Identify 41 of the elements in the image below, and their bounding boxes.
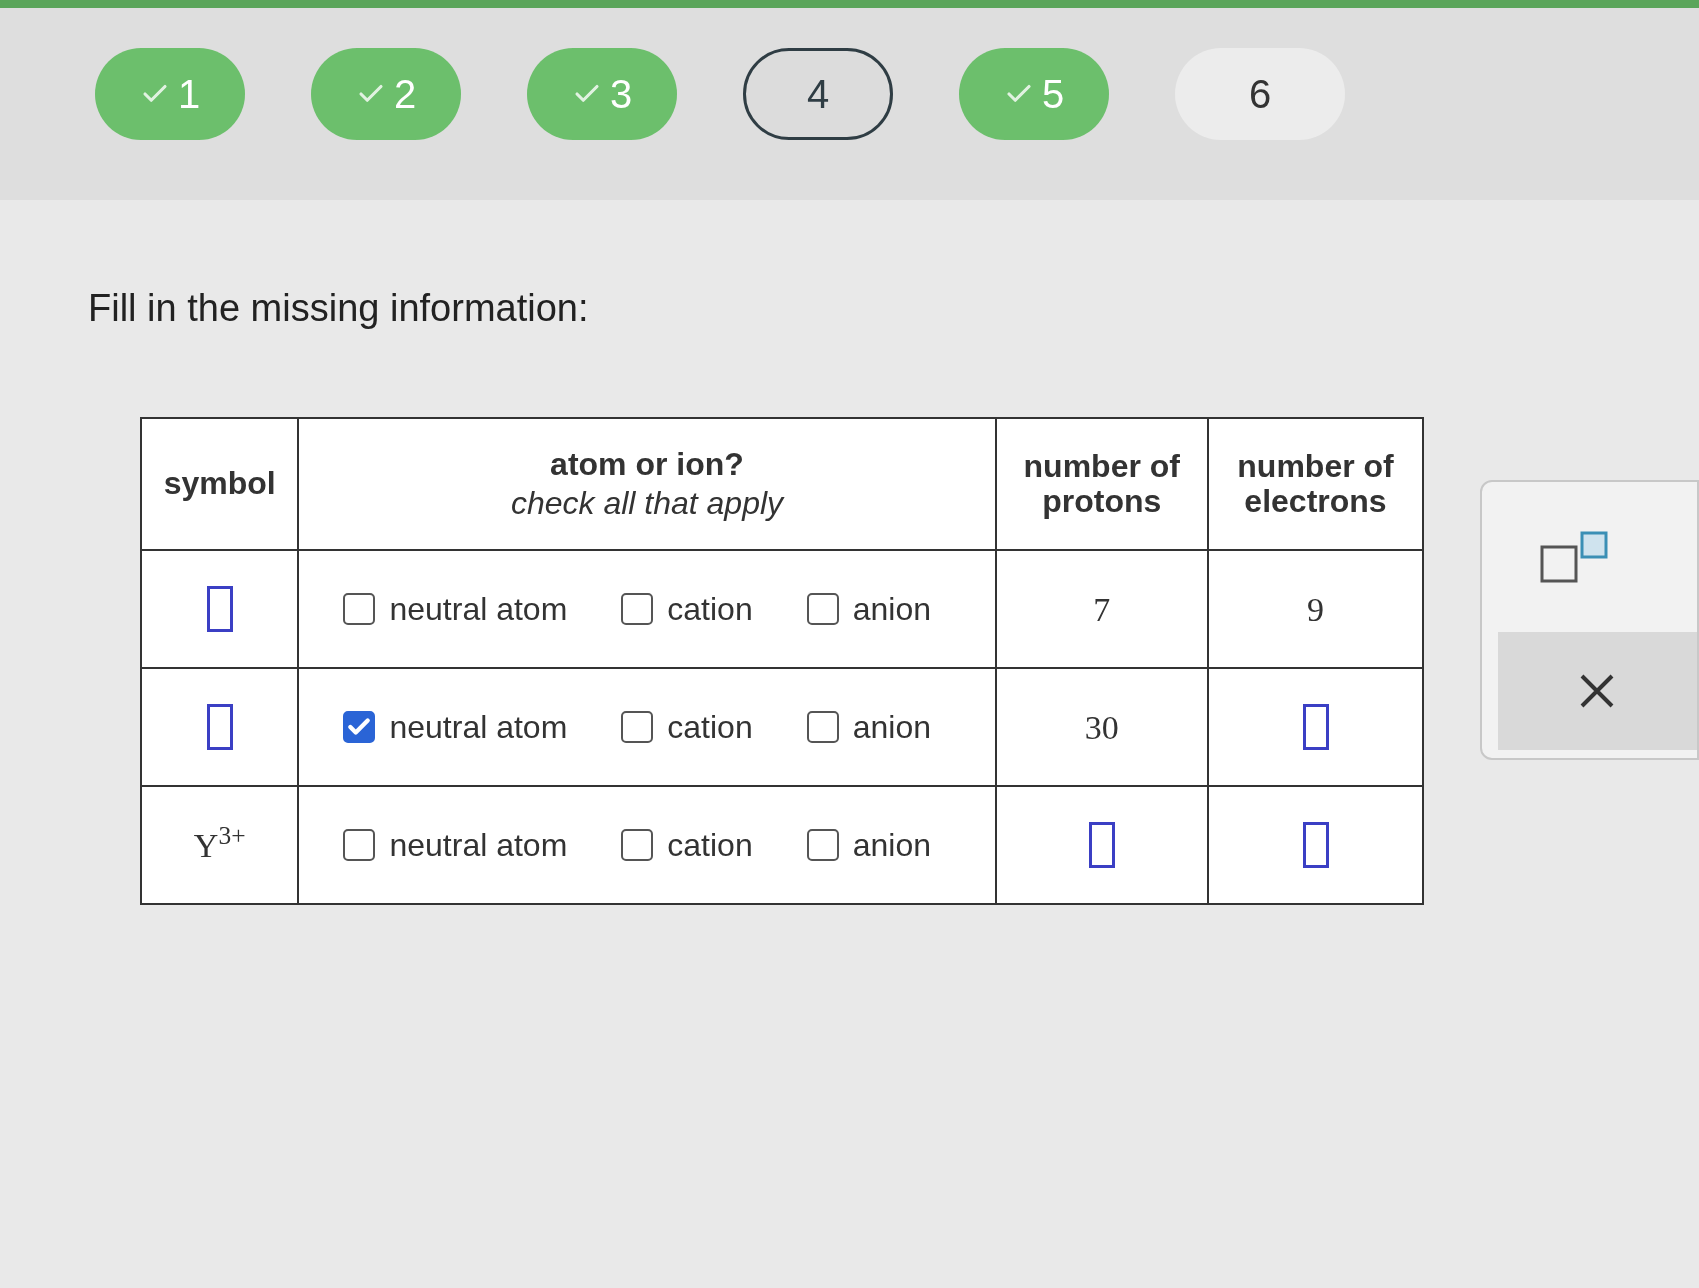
step-button[interactable]: 2 [311,48,461,140]
checkbox[interactable] [621,593,654,625]
checkbox[interactable] [621,829,654,861]
step-button[interactable]: 5 [959,48,1109,140]
option-label: anion [852,590,931,629]
column-subtitle: check all that apply [510,486,784,522]
answer-box[interactable] [1302,704,1329,750]
answer-box[interactable] [206,704,233,750]
step-button[interactable]: 3 [527,48,677,140]
option-label: cation [667,826,753,865]
checkbox[interactable] [343,711,376,743]
step-button[interactable]: 4 [743,48,893,140]
checkbox[interactable] [621,711,654,743]
column-header: atom or ion? [550,446,744,482]
checkbox[interactable] [806,829,839,861]
cell-value: 7 [1093,590,1111,628]
step-button[interactable]: 6 [1175,48,1345,140]
column-header: number of protons [1022,448,1181,520]
answer-box[interactable] [1088,822,1115,868]
column-header: symbol [163,466,276,502]
checkbox[interactable] [806,593,839,625]
column-header: number of electrons [1236,448,1395,520]
superscript-icon [1539,531,1610,583]
option-label: cation [667,708,753,747]
answer-box[interactable] [206,586,233,632]
option-label: neutral atom [389,708,568,747]
cell-value: Y$^{3+}$ [193,826,246,864]
answer-box[interactable] [1302,822,1329,868]
checkbox[interactable] [806,711,839,743]
option-label: anion [852,826,931,865]
prompt-text: Fill in the missing information: [88,286,590,331]
option-label: neutral atom [389,826,568,865]
checkbox[interactable] [343,593,376,625]
close-icon [1579,673,1616,709]
option-label: anion [852,708,931,747]
cell-value: 9 [1307,590,1324,628]
step-button[interactable]: 1 [95,48,245,140]
option-label: cation [667,590,753,629]
option-label: neutral atom [389,590,568,629]
checkbox[interactable] [343,829,376,861]
cell-value: 30 [1084,708,1119,746]
